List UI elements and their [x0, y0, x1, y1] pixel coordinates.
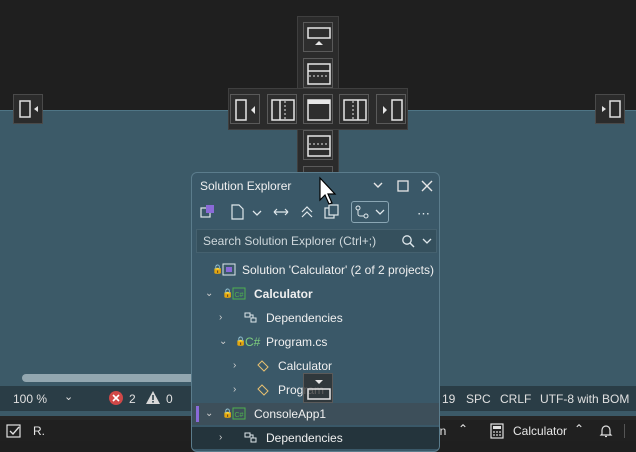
dock-left-outer-icon[interactable]	[230, 94, 260, 124]
dock-top-icon[interactable]	[303, 58, 333, 88]
dock-top-outer-icon[interactable]	[303, 22, 333, 52]
mouse-cursor-icon	[318, 176, 338, 211]
terminal-check-icon[interactable]	[6, 423, 22, 442]
dock-center-tab-icon[interactable]	[303, 94, 333, 124]
dependencies-icon	[244, 431, 258, 444]
tree-item-label: Calculator	[254, 287, 313, 301]
more-options-icon[interactable]: ⋯	[417, 206, 430, 226]
git-changes-filter-button[interactable]	[351, 201, 389, 223]
chevron-down-icon[interactable]: ⌄	[219, 336, 227, 347]
warning-count[interactable]: 0	[166, 392, 173, 406]
line-ending[interactable]: CRLF	[500, 392, 531, 406]
window-position-chevron-down-icon[interactable]	[372, 178, 384, 197]
csharp-project-icon: C#	[232, 407, 246, 420]
close-icon[interactable]	[421, 179, 433, 197]
tree-item-label: Program.cs	[266, 335, 328, 349]
svg-text:C#: C#	[235, 292, 244, 299]
file-encoding[interactable]: UTF-8 with BOM	[540, 392, 629, 406]
class-icon	[256, 383, 270, 396]
zoom-chevron-down-icon[interactable]: ⌄	[64, 390, 73, 403]
error-count[interactable]: 2	[129, 392, 136, 406]
tree-item-solution[interactable]: 🔒 Solution 'Calculator' (2 of 2 projects…	[192, 259, 439, 281]
dock-left-edge-guide[interactable]	[13, 94, 43, 124]
notification-bell-icon[interactable]	[598, 423, 614, 442]
solution-explorer-title[interactable]: Solution Explorer	[200, 179, 291, 193]
tree-item-label: ConsoleApp1	[254, 407, 327, 421]
tree-item-project-consoleapp1[interactable]: ⌄ 🔒 C# ConsoleApp1	[192, 403, 439, 425]
calculator-icon[interactable]	[489, 423, 505, 442]
zoom-level[interactable]: 100 %	[13, 392, 47, 406]
warning-icon[interactable]	[145, 390, 161, 408]
horizontal-scrollbar[interactable]	[22, 374, 212, 382]
chevron-down-icon[interactable]: ⌄	[205, 288, 213, 299]
show-desktop-button[interactable]	[624, 424, 636, 438]
tree-item-dependencies[interactable]: › Dependencies	[192, 427, 439, 449]
search-options-chevron-down-icon[interactable]	[421, 234, 433, 253]
solution-explorer-panel[interactable]: Solution Explorer ⋯ Search Solution Expl…	[191, 172, 440, 452]
dock-right-icon[interactable]	[339, 94, 369, 124]
search-icon[interactable]	[401, 234, 415, 253]
solution-explorer-search-box[interactable]: Search Solution Explorer (Ctrl+;)	[196, 229, 437, 253]
chevron-up-icon[interactable]: ⌃	[458, 422, 468, 436]
dock-bottom-ghost-icon	[303, 373, 333, 403]
tree-item-label: Calculator	[278, 359, 333, 373]
taskbar-calculator-label[interactable]: Calculator	[513, 424, 567, 438]
switch-views-icon[interactable]	[199, 203, 217, 223]
dock-right-outer-icon[interactable]	[376, 94, 406, 124]
sync-with-active-document-icon[interactable]	[272, 203, 290, 223]
tree-item-dependencies[interactable]: › Dependencies	[192, 307, 439, 329]
line-column-indicator[interactable]: 19	[442, 392, 455, 406]
tree-item-label: Dependencies	[266, 431, 343, 445]
class-icon	[256, 359, 270, 372]
error-icon[interactable]	[109, 391, 123, 405]
collapse-all-icon[interactable]	[298, 203, 316, 223]
dependencies-icon	[244, 311, 258, 324]
dock-left-icon[interactable]	[267, 94, 297, 124]
solution-icon	[222, 263, 236, 276]
selection-marker	[196, 406, 199, 422]
indentation-mode[interactable]: SPC	[466, 392, 491, 406]
tree-item-label: Dependencies	[266, 311, 343, 325]
chevron-right-icon[interactable]: ›	[233, 384, 236, 395]
tree-item-program-cs[interactable]: ⌄ 🔒 C# Program.cs	[192, 331, 439, 353]
maximize-icon[interactable]	[397, 179, 409, 197]
taskbar-app-label[interactable]: R.	[33, 424, 45, 438]
chevron-right-icon[interactable]: ›	[219, 432, 222, 443]
svg-text:C#: C#	[235, 412, 244, 419]
chevron-up-icon[interactable]: ⌃	[574, 422, 584, 436]
dock-bottom-icon[interactable]	[303, 130, 333, 160]
dock-right-edge-guide[interactable]	[595, 94, 625, 124]
chevron-down-icon[interactable]: ⌄	[205, 408, 213, 419]
csharp-project-icon: C#	[232, 287, 246, 300]
search-input[interactable]: Search Solution Explorer (Ctrl+;)	[203, 234, 376, 248]
new-file-chevron-down-icon[interactable]	[252, 203, 262, 223]
chevron-right-icon[interactable]: ›	[233, 360, 236, 371]
tree-item-project-calculator[interactable]: ⌄ 🔒 C# Calculator	[192, 283, 439, 305]
tree-item-label: Solution 'Calculator' (2 of 2 projects)	[242, 263, 435, 277]
chevron-right-icon[interactable]: ›	[219, 312, 222, 323]
new-file-icon[interactable]	[228, 203, 246, 223]
csharp-file-icon: C#	[245, 335, 261, 349]
